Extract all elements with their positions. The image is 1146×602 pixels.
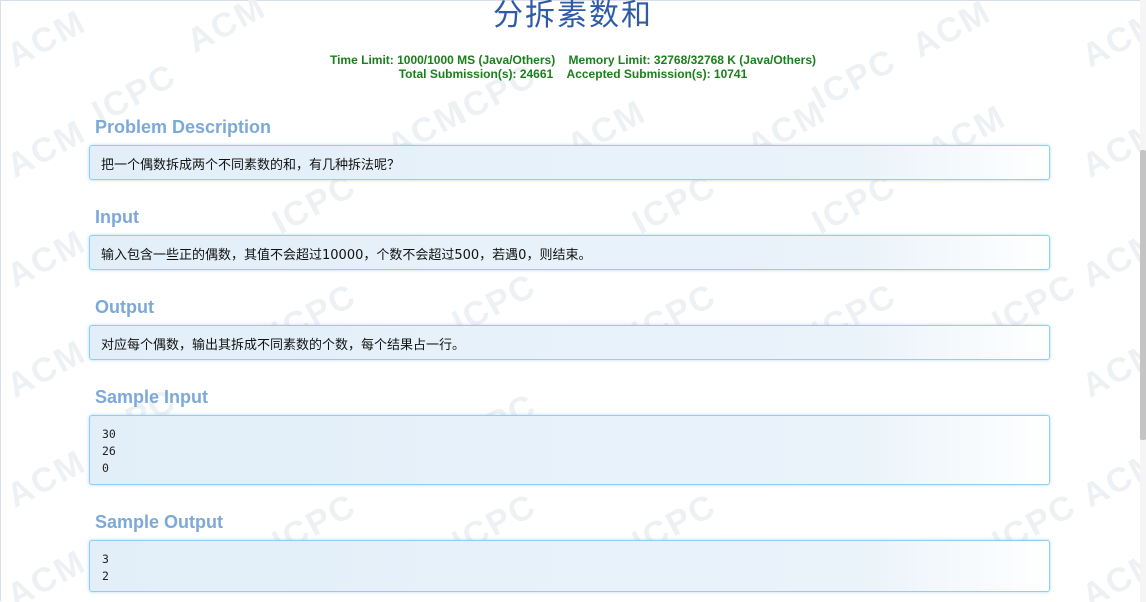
sample-input-box[interactable]: 30 26 0 <box>89 415 1050 485</box>
input-box: 输入包含一些正的偶数，其值不会超过10000，个数不会超过500，若遇0，则结束… <box>89 235 1050 270</box>
sample-input-text[interactable]: 30 26 0 <box>102 426 116 477</box>
output-box: 对应每个偶数，输出其拆成不同素数的个数，每个结果占一行。 <box>89 325 1050 360</box>
sample-output-box[interactable]: 3 2 <box>89 540 1050 592</box>
limits-line-2: Total Submission(s): 24661 Accepted Subm… <box>0 67 1146 81</box>
problem-limits: Time Limit: 1000/1000 MS (Java/Others) M… <box>0 53 1146 81</box>
problem-description-heading: Problem Description <box>95 117 272 137</box>
output-heading: Output <box>95 297 154 317</box>
limits-line-1: Time Limit: 1000/1000 MS (Java/Others) M… <box>0 53 1146 67</box>
input-text: 输入包含一些正的偶数，其值不会超过10000，个数不会超过500，若遇0，则结束… <box>101 248 592 263</box>
total-submissions: Total Submission(s): 24661 <box>398 67 554 81</box>
scrollbar-thumb[interactable] <box>1140 150 1146 440</box>
sample-input-heading: Sample Input <box>95 387 209 407</box>
sample-output-text[interactable]: 3 2 <box>102 551 109 585</box>
problem-description-text: 把一个偶数拆成两个不同素数的和，有几种拆法呢？ <box>101 158 401 173</box>
problem-description-box: 把一个偶数拆成两个不同素数的和，有几种拆法呢？ <box>89 145 1050 180</box>
problem-title: 分拆素数和 <box>493 0 653 33</box>
problem-page: 分拆素数和 Time Limit: 1000/1000 MS (Java/Oth… <box>0 0 1146 602</box>
time-limit: Time Limit: 1000/1000 MS (Java/Others) <box>329 53 556 67</box>
memory-limit: Memory Limit: 32768/32768 K (Java/Others… <box>568 53 816 67</box>
vertical-scrollbar[interactable] <box>1140 0 1146 602</box>
sample-output-heading: Sample Output <box>95 512 224 532</box>
output-text: 对应每个偶数，输出其拆成不同素数的个数，每个结果占一行。 <box>101 338 466 353</box>
accepted-submissions: Accepted Submission(s): 10741 <box>566 67 748 81</box>
input-heading: Input <box>95 207 139 227</box>
